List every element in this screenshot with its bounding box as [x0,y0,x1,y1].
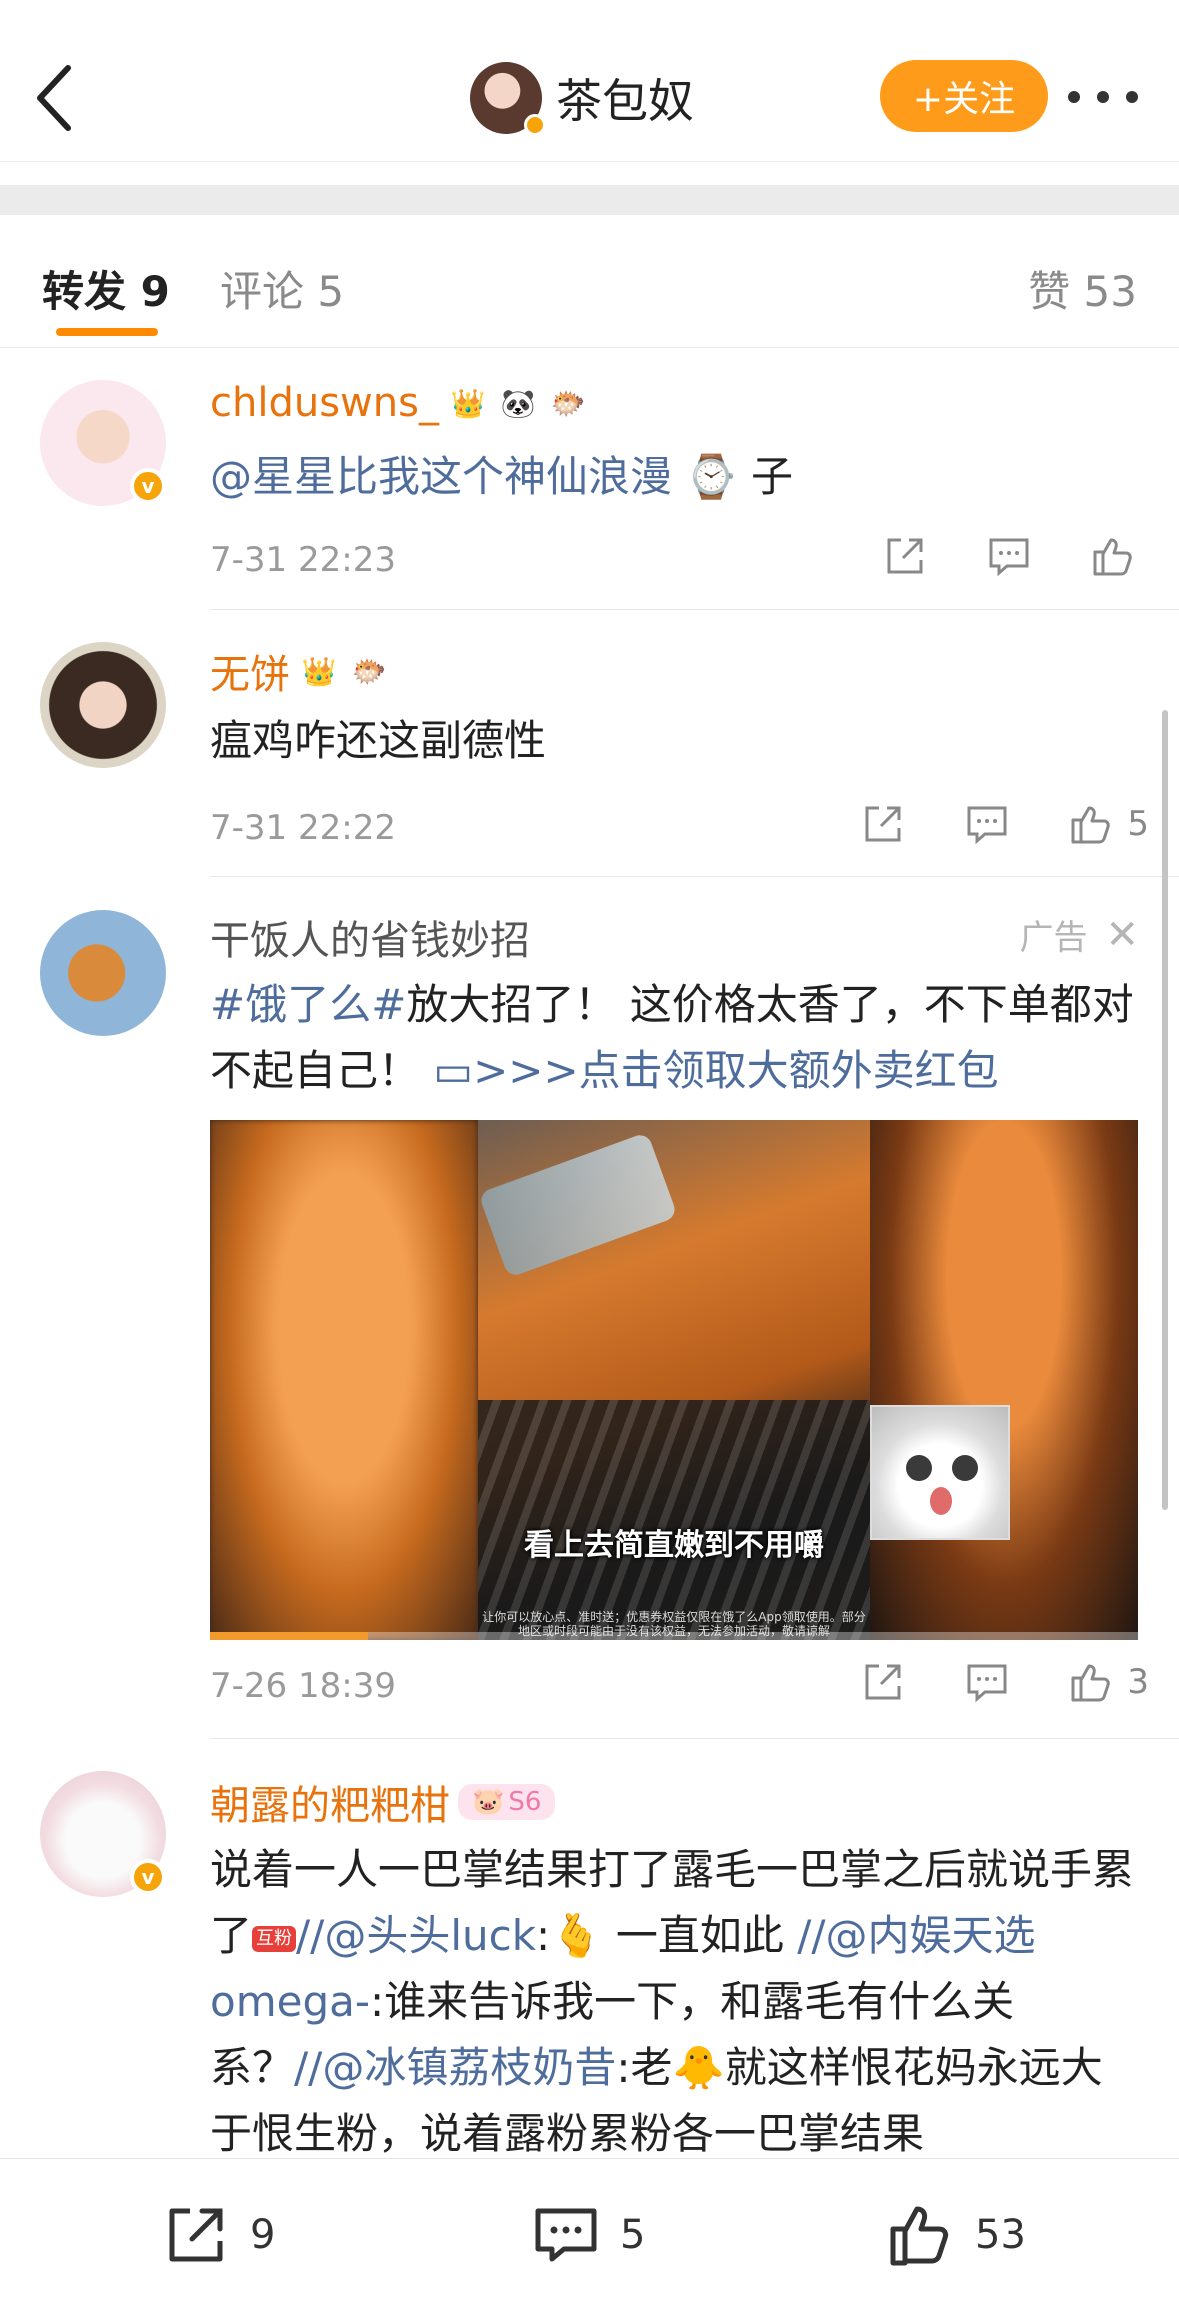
action-row [881,532,1149,580]
like-button[interactable] [1089,532,1149,580]
ad-text: #饿了么#放大招了！ 这价格太香了，不下单都对不起自己！ ▭>>>点击领取大额外… [210,980,1134,1095]
comment-button[interactable] [963,800,1011,848]
scrollbar[interactable] [1162,710,1168,1510]
repost-text: 说着一人一巴掌结果打了露毛一巴掌之后就说手累了 互粉//@头头luck:🫰 一直如… [210,1845,1135,2158]
list-item: v 朝露的粑粑柑 🐷 S6 说着一人一巴掌结果打了露毛一巴掌之后就说手累了 互粉//… [0,1745,1179,2165]
action-row: 3 [859,1658,1149,1706]
tab-comment[interactable]: 评论 5 [220,258,344,319]
timestamp: 7-26 18:39 [210,1666,396,1706]
chick-icon: 🐥 [672,2043,725,2092]
like-button[interactable]: 5 [1067,800,1149,848]
username[interactable]: chlduswns_ 👑 🐼 🐡 [210,380,589,426]
avatar[interactable] [40,910,166,1036]
ad-footer: 7-26 18:39 3 [0,1650,1179,1740]
comment-icon [967,806,1007,845]
ad-link[interactable]: >>>点击领取大额外卖红包 [473,1046,999,1095]
comment-icon [967,1664,1007,1703]
tab-likes[interactable]: 赞 53 [1028,258,1137,319]
ad-label: 广告 ✕ [1019,911,1139,959]
thumbs-up-icon [1093,538,1132,576]
video-progress-bar[interactable] [210,1632,1138,1640]
avatar[interactable] [40,642,166,768]
close-icon[interactable]: ✕ [1105,912,1139,958]
share-icon [865,1664,901,1700]
tab-repost[interactable]: 转发 9 [42,258,170,319]
username[interactable]: 朝露的粑粑柑 🐷 S6 [210,1773,556,1831]
verified-badge-icon: v [130,468,166,504]
video-progress-fill [210,1632,368,1640]
list-item: v chlduswns_ 👑 🐼 🐡 @星星比我这个神仙浪漫 ⌚ 子 7-31 … [0,350,1179,610]
fan-level-badge: 🐷 S6 [458,1784,556,1820]
timestamp: 7-31 22:23 [210,540,396,580]
thumbs-up-icon [890,2206,949,2266]
username[interactable]: 无饼 👑 🐡 [210,642,390,700]
panda-icon: 🐼 [500,386,536,420]
finger-heart-icon: 🫰 [550,1911,603,1960]
comment-icon [989,538,1029,577]
interaction-tabs: 转发 9 评论 5 赞 53 [0,248,1179,348]
fish-icon: 🐡 [351,654,387,688]
cat-sticker [870,1405,1010,1540]
thumbs-up-icon [1071,806,1111,844]
crown-icon: 👑 [301,654,337,688]
comment-icon [535,2208,597,2262]
bottom-comment-button[interactable]: 5 [530,2199,645,2271]
top-nav-bar: 茶包奴 +关注 [0,0,1179,162]
divider [210,609,1179,610]
section-separator [0,185,1179,215]
tongs-image [478,1131,678,1279]
video-subtitle: 看上去简直嫩到不用嚼 [524,1528,824,1563]
action-row: 5 [859,800,1149,848]
verified-badge-icon [524,114,546,136]
more-options-icon[interactable] [1068,82,1138,112]
comment-button[interactable] [963,1658,1011,1706]
timestamp: 7-31 22:22 [210,808,396,848]
repost-button[interactable] [881,532,929,580]
author-name[interactable]: 茶包奴 [556,65,694,131]
ad-video[interactable]: 看上去简直嫩到不用嚼 让你可以放心点、准时送；优惠券权益仅限在饿了么App领取使… [210,1120,1138,1640]
repost-button[interactable] [859,800,907,848]
repost-text: @星星比我这个神仙浪漫 ⌚ 子 [210,452,794,501]
crown-icon: 👑 [450,386,486,420]
verified-badge-icon: v [130,1859,166,1895]
active-tab-indicator [56,328,158,336]
hashtag-link[interactable]: #饿了么# [210,980,406,1029]
username[interactable]: 干饭人的省钱妙招 [210,908,530,966]
video-blur-right [870,1120,1138,1640]
fan-sticker: 互粉 [252,1925,297,1952]
share-icon [887,538,923,574]
like-button[interactable]: 3 [1067,1658,1149,1706]
bottom-action-bar: 9 5 53 [0,2158,1179,2298]
mention-link[interactable]: //@冰镇荔枝奶昔 [294,2043,616,2092]
comment-button[interactable] [985,532,1033,580]
share-icon [169,2208,223,2262]
mention-link[interactable]: //@头头luck [296,1911,536,1960]
bottom-like-button[interactable]: 53 [885,2199,1026,2271]
repost-text: 瘟鸡咋还这副德性 [210,716,547,765]
divider [210,876,1179,877]
video-blur-left [210,1120,478,1640]
video-icon: ▭ [433,1046,474,1095]
pig-icon: 🐷 [472,1787,505,1817]
fish-icon: 🐡 [550,386,586,420]
list-item: 无饼 👑 🐡 瘟鸡咋还这副德性 7-31 22:22 5 [0,612,1179,877]
thumbs-up-icon [1071,1664,1111,1702]
bottom-repost-button[interactable]: 9 [160,2199,275,2271]
watch-icon: ⌚ [685,452,738,501]
author-avatar[interactable] [470,62,546,136]
back-arrow-icon[interactable] [30,58,80,138]
author-header[interactable]: 茶包奴 [470,58,694,138]
follow-button[interactable]: +关注 [880,60,1048,132]
share-icon [865,806,901,842]
repost-button[interactable] [859,1658,907,1706]
mention-link[interactable]: @星星比我这个神仙浪漫 [210,452,672,501]
divider [210,1738,1179,1739]
